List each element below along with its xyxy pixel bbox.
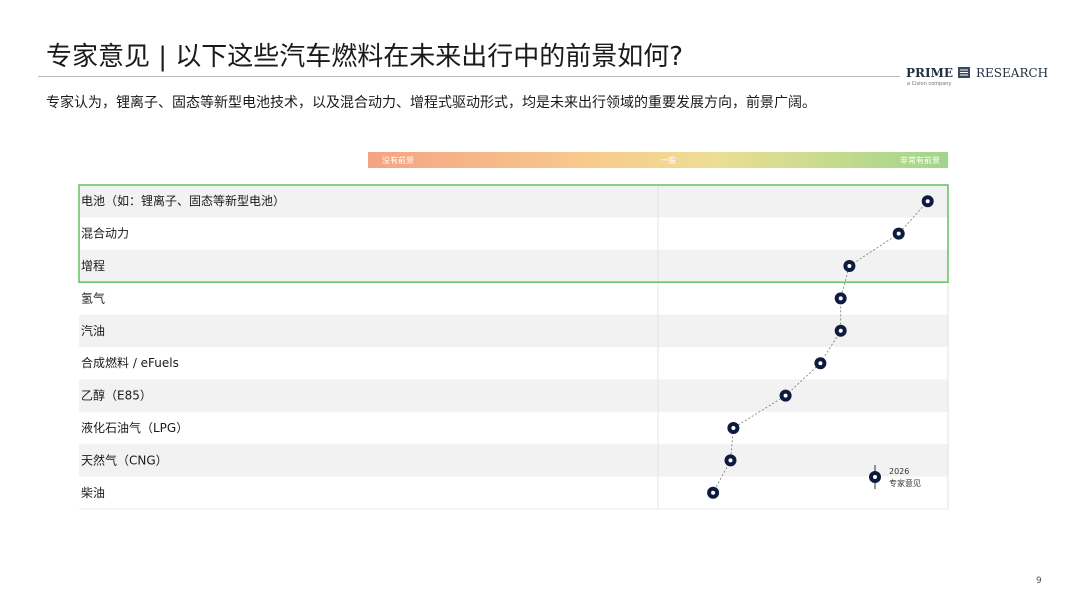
data-point-center xyxy=(731,426,736,430)
page-number: 9 xyxy=(1036,576,1042,586)
row-label: 柴油 xyxy=(81,486,105,500)
row-label: 汽油 xyxy=(81,323,105,338)
data-point-center xyxy=(838,328,843,333)
row-label: 电池（如：锂离子、固态等新型电池） xyxy=(81,193,285,208)
data-point-center xyxy=(818,361,823,366)
data-point-center xyxy=(896,231,901,236)
legend-year: 2026 xyxy=(889,467,909,476)
row-band xyxy=(79,379,948,412)
data-point-center xyxy=(847,264,852,268)
row-band xyxy=(79,314,948,347)
row-band xyxy=(79,444,948,477)
row-label: 混合动力 xyxy=(81,226,129,241)
data-point-center xyxy=(728,458,733,463)
data-point-center xyxy=(711,490,716,495)
legend-label: 专家意见 xyxy=(889,478,921,488)
data-point-center xyxy=(925,199,930,204)
fuel-outlook-chart: 电池（如：锂离子、固态等新型电池） 混合动力增程氢气汽油合成燃料 / eFuels… xyxy=(78,184,949,510)
row-label: 液化石油气（LPG） xyxy=(81,420,188,435)
row-label: 增程 xyxy=(81,258,105,273)
row-band xyxy=(79,249,948,283)
row-label: 乙醇（E85） xyxy=(81,388,152,403)
row-label: 合成燃料 / eFuels xyxy=(81,355,179,370)
row-label: 天然气（CNG） xyxy=(81,452,168,467)
row-label: 氢气 xyxy=(81,290,105,305)
data-point-center xyxy=(783,393,788,398)
legend-marker-center xyxy=(873,475,877,479)
data-point-center xyxy=(838,296,843,301)
